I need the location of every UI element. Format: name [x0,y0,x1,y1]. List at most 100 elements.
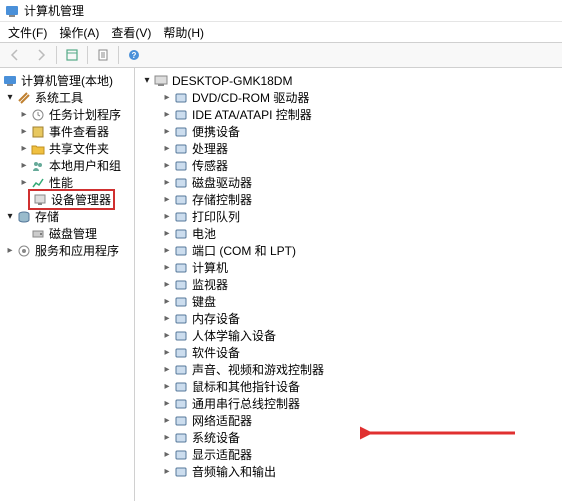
chevron-right-icon[interactable]: ▸ [161,398,173,410]
device-category-row[interactable]: ▸网络适配器 [135,412,562,429]
device-category-row[interactable]: ▸ 处理器 [135,140,562,157]
chevron-right-icon[interactable]: ▸ [161,143,173,155]
chevron-right-icon[interactable]: ▸ [161,160,173,172]
tree-label: 通用串行总线控制器 [192,395,300,412]
tree-storage[interactable]: ▾ 存储 [0,208,134,225]
device-category-row[interactable]: ▸IDE ATA/ATAPI 控制器 [135,106,562,123]
device-tree-root[interactable]: ▾ DESKTOP-GMK18DM [135,72,562,89]
tree-local-users[interactable]: ▸ 本地用户和组 [0,157,134,174]
tree-device-manager[interactable]: 设备管理器 [0,191,134,208]
chevron-right-icon[interactable]: ▸ [161,245,173,257]
tree-label: 处理器 [192,140,228,157]
chevron-right-icon[interactable]: ▸ [18,109,30,121]
tree-label: 本地用户和组 [49,157,121,174]
tree-label: 软件设备 [192,344,240,361]
device-category-row[interactable]: ▸内存设备 [135,310,562,327]
device-category-row[interactable]: ▸ DVD/CD-ROM 驱动器 [135,89,562,106]
back-button[interactable] [4,45,26,65]
chevron-down-icon[interactable]: ▾ [4,92,16,104]
chevron-right-icon[interactable]: ▸ [18,177,30,189]
device-category-row[interactable]: ▸ 通用串行总线控制器 [135,395,562,412]
chevron-right-icon[interactable]: ▸ [161,279,173,291]
tree-task-scheduler[interactable]: ▸ 任务计划程序 [0,106,134,123]
chevron-right-icon[interactable]: ▸ [161,415,173,427]
device-category-row[interactable]: ▸鼠标和其他指针设备 [135,378,562,395]
device-category-row[interactable]: ▸系统设备 [135,429,562,446]
device-category-row[interactable]: ▸监视器 [135,276,562,293]
tree-disk-mgmt[interactable]: 磁盘管理 [0,225,134,242]
chevron-right-icon[interactable]: ▸ [161,92,173,104]
device-category-icon [173,226,189,242]
tree-label: 共享文件夹 [49,140,109,157]
device-category-row[interactable]: ▸计算机 [135,259,562,276]
chevron-right-icon[interactable]: ▸ [161,347,173,359]
chevron-right-icon[interactable]: ▸ [161,330,173,342]
device-category-row[interactable]: ▸传感器 [135,157,562,174]
device-category-row[interactable]: ▸打印队列 [135,208,562,225]
tree-shared-folders[interactable]: ▸ 共享文件夹 [0,140,134,157]
device-category-row[interactable]: ▸键盘 [135,293,562,310]
device-category-icon [173,158,189,174]
device-category-row[interactable]: ▸音频输入和输出 [135,463,562,480]
device-category-row[interactable]: ▸便携设备 [135,123,562,140]
tree-label: DVD/CD-ROM 驱动器 [192,89,309,106]
menu-view[interactable]: 查看(V) [105,22,157,43]
menu-action[interactable]: 操作(A) [53,22,105,43]
chevron-right-icon[interactable]: ▸ [18,143,30,155]
chevron-right-icon[interactable]: ▸ [161,177,173,189]
device-category-icon [173,430,189,446]
device-category-row[interactable]: ▸磁盘驱动器 [135,174,562,191]
tree-event-viewer[interactable]: ▸ 事件查看器 [0,123,134,140]
chevron-right-icon[interactable]: ▸ [161,262,173,274]
chevron-right-icon[interactable]: ▸ [18,126,30,138]
title-bar: 计算机管理 [0,0,562,22]
chevron-right-icon[interactable]: ▸ [161,109,173,121]
disk-icon [30,226,46,242]
device-category-row[interactable]: ▸端口 (COM 和 LPT) [135,242,562,259]
chevron-right-icon[interactable]: ▸ [161,449,173,461]
chevron-right-icon[interactable]: ▸ [161,211,173,223]
chevron-right-icon[interactable]: ▸ [161,313,173,325]
chevron-right-icon[interactable]: ▸ [161,228,173,240]
tree-root-computer-mgmt[interactable]: 计算机管理(本地) [0,72,134,89]
device-category-icon [173,107,189,123]
chevron-down-icon[interactable]: ▾ [141,75,153,87]
chevron-right-icon[interactable]: ▸ [161,364,173,376]
chevron-right-icon[interactable]: ▸ [161,381,173,393]
tree-label: 显示适配器 [192,446,252,463]
device-category-icon [173,328,189,344]
device-category-icon [173,464,189,480]
chevron-right-icon[interactable]: ▸ [161,466,173,478]
chevron-right-icon[interactable]: ▸ [161,194,173,206]
chevron-right-icon[interactable]: ▸ [18,160,30,172]
menu-file[interactable]: 文件(F) [2,22,53,43]
device-category-icon [173,90,189,106]
device-category-row[interactable]: ▸人体学输入设备 [135,327,562,344]
app-icon [4,3,20,19]
device-manager-icon [32,192,48,208]
chevron-down-icon[interactable]: ▾ [4,211,16,223]
help-button[interactable]: ? [123,45,145,65]
tree-label: 存储 [35,208,59,225]
menu-help[interactable]: 帮助(H) [157,22,210,43]
chevron-right-icon[interactable]: ▸ [161,432,173,444]
device-category-icon [173,311,189,327]
toolbar-separator [87,46,88,64]
tree-label: 设备管理器 [51,191,111,208]
device-category-row[interactable]: ▸电池 [135,225,562,242]
tree-system-tools[interactable]: ▾ 系统工具 [0,89,134,106]
device-category-row[interactable]: ▸声音、视频和游戏控制器 [135,361,562,378]
device-category-row[interactable]: ▸存储控制器 [135,191,562,208]
device-category-row[interactable]: ▸ 显示适配器 [135,446,562,463]
properties-button[interactable] [92,45,114,65]
chevron-right-icon[interactable]: ▸ [161,126,173,138]
device-category-row[interactable]: ▸ 软件设备 [135,344,562,361]
tree-services-apps[interactable]: ▸ 服务和应用程序 [0,242,134,259]
services-icon [16,243,32,259]
chevron-right-icon[interactable]: ▸ [161,296,173,308]
chevron-right-icon[interactable]: ▸ [4,245,16,257]
device-category-icon [173,124,189,140]
forward-button[interactable] [30,45,52,65]
device-category-icon [173,175,189,191]
up-button[interactable] [61,45,83,65]
